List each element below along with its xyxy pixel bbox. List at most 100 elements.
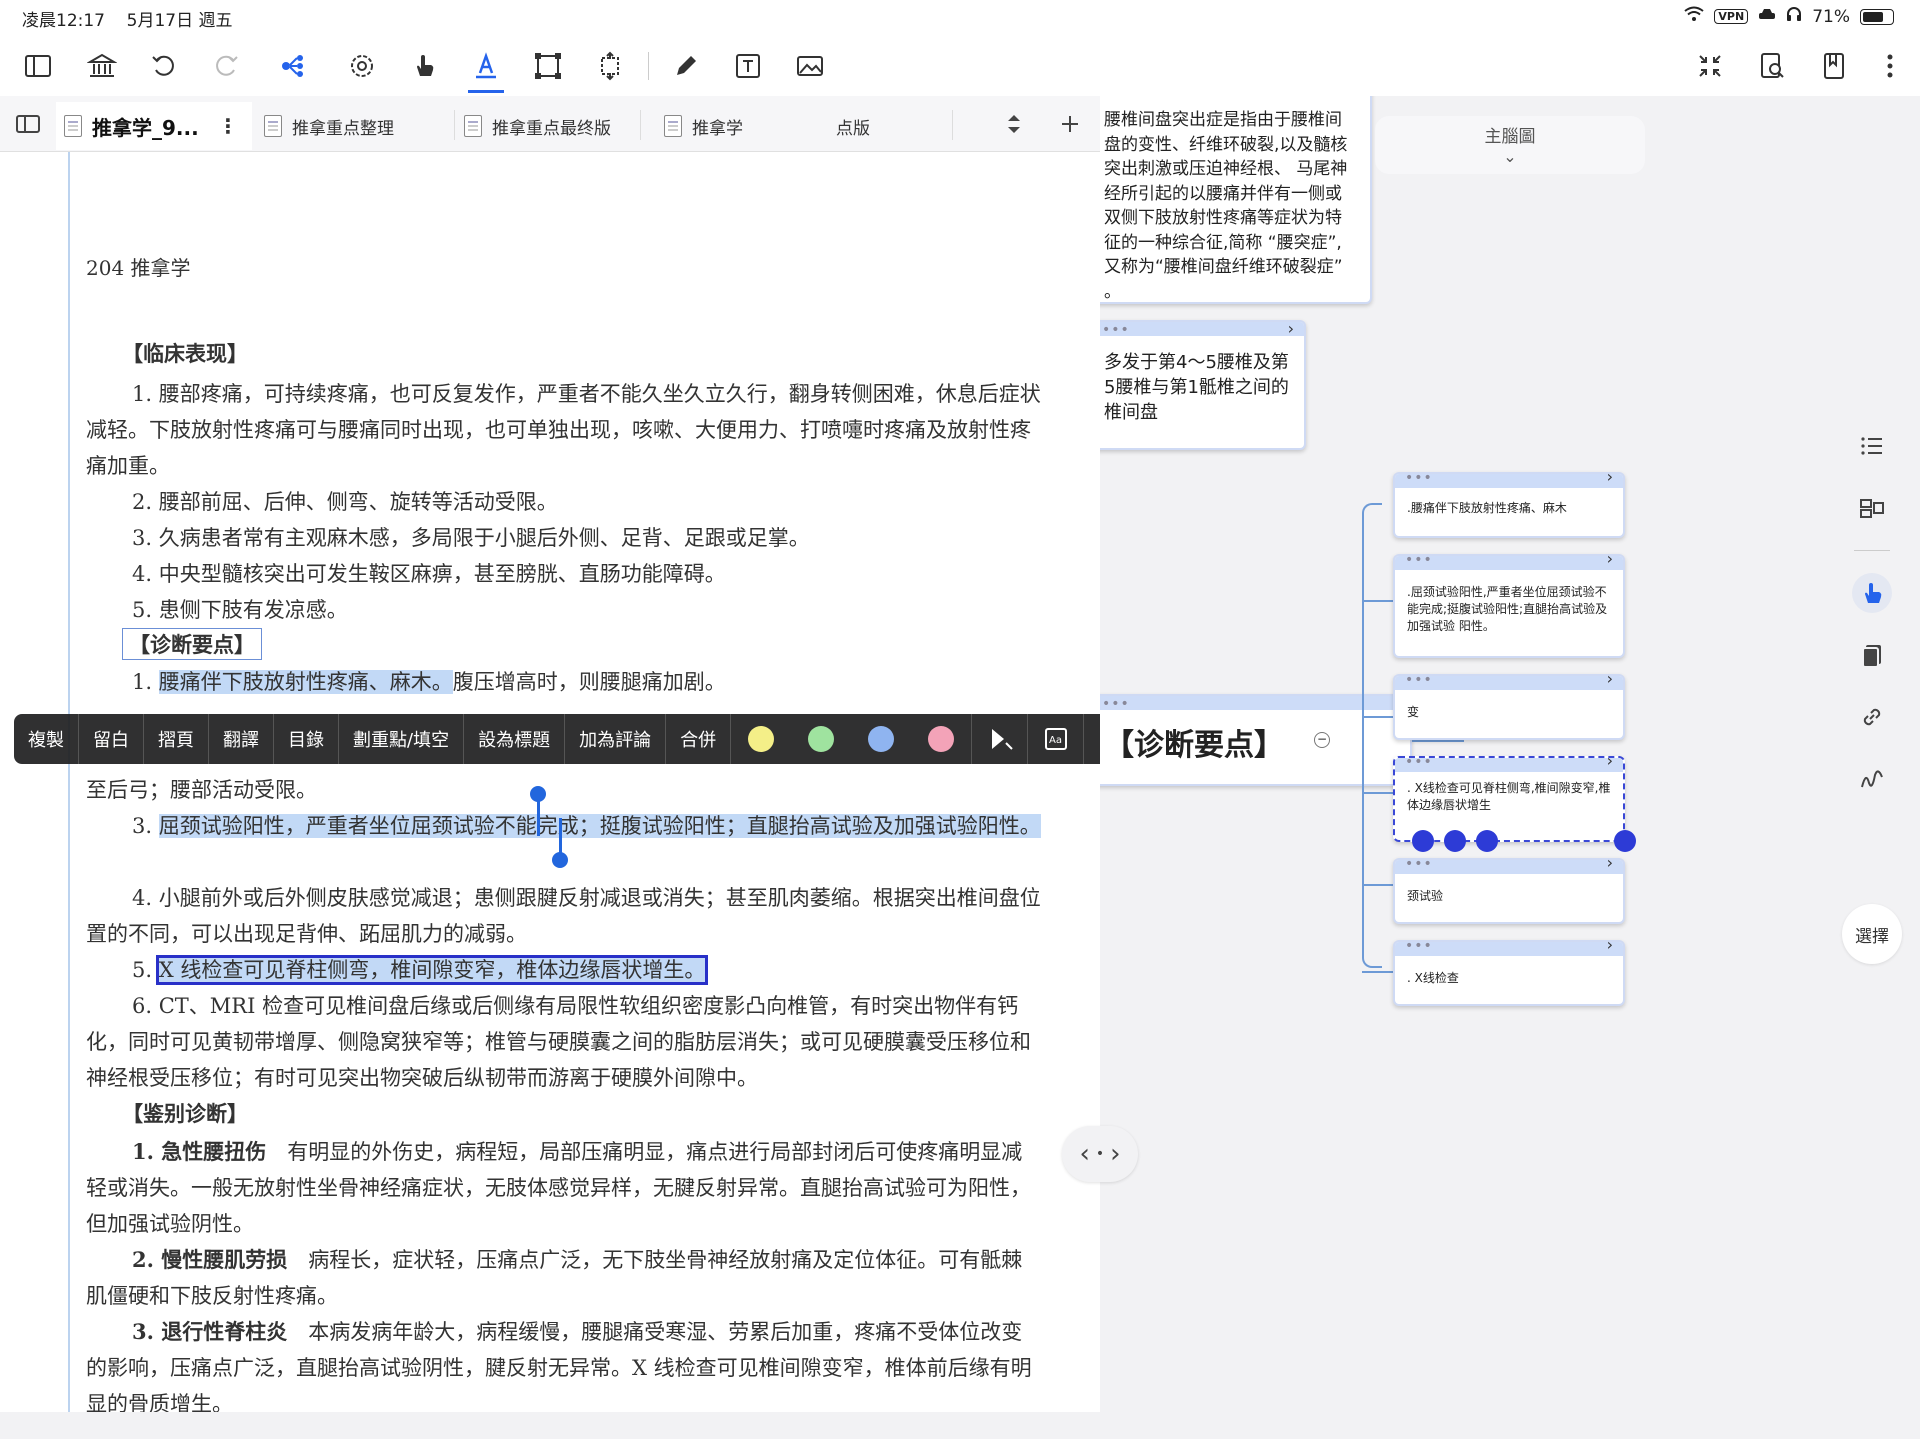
mindmap-child-node[interactable]: ••• › . X线检查 (1393, 936, 1625, 1006)
chevron-right-icon: › (1287, 319, 1294, 338)
comment-icon[interactable] (1412, 830, 1434, 852)
sidebar-toggle-icon[interactable] (20, 48, 56, 84)
mindmap-child-node[interactable]: ••• › .屈颈试验阳性,严重者坐位屈颈试验不能完成;挺腹试验阳性;直腿抬高试验… (1393, 550, 1625, 658)
undo-icon[interactable] (146, 48, 182, 84)
status-bar: 凌晨12:17 5月17日 週五 VPN 71% (0, 0, 1920, 34)
mindmap-node[interactable]: 腰椎间盘突出症是指由于腰椎间盘的变性、纤维环破裂,以及髓核突出刺激或压迫神经根、… (1100, 96, 1372, 304)
color-green[interactable] (808, 726, 835, 752)
tab-4[interactable]: 推拿学 (656, 102, 826, 150)
tab-label: 推拿重点最终版 (492, 118, 611, 139)
paragraph[interactable]: 6. CT、MRI 检查可见椎间盘后缘或后侧缘有局限性软组织密度影凸向椎管，有时… (86, 988, 1042, 1096)
dictionary-icon[interactable]: Aa (1027, 714, 1083, 764)
menu-copy[interactable]: 複製 (14, 714, 79, 764)
more-dots-icon: ••• (1102, 322, 1130, 338)
image-icon[interactable] (792, 48, 828, 84)
bookmark-icon[interactable] (1816, 48, 1852, 84)
add-tab-icon[interactable] (1052, 106, 1088, 142)
pen-icon[interactable] (668, 48, 704, 84)
mindmap-node[interactable]: ••• › 多发于第4～5腰椎及第5腰椎与第1骶椎之间的椎间盘 (1100, 319, 1306, 450)
menu-margin[interactable]: 留白 (79, 714, 144, 764)
paragraph[interactable]: 至后弓；腰部活动受限。 (86, 772, 1042, 808)
link-node-icon[interactable] (1444, 830, 1466, 852)
link-icon[interactable] (1852, 697, 1892, 737)
tab-2[interactable]: 推拿重点整理 (256, 102, 452, 150)
menu-fold-page[interactable]: 摺頁 (144, 714, 209, 764)
svg-text:Aa: Aa (1049, 735, 1062, 746)
more-vertical-icon[interactable] (1872, 48, 1908, 84)
sort-arrows-icon[interactable] (996, 106, 1032, 142)
paragraph[interactable]: 4. 中央型髓核突出可发生鞍区麻痹，甚至膀胱、直肠功能障碍。 (86, 556, 1042, 592)
panel-toggle-icon[interactable] (10, 106, 46, 142)
tab-3[interactable]: 推拿重点最终版 (456, 102, 652, 150)
panel-divider-handle[interactable]: ‹ • › (1062, 1126, 1138, 1182)
color-blue[interactable] (868, 726, 895, 752)
paragraph[interactable]: 3. 退行性脊柱炎 本病发病年龄大，病程缓慢，腰腿痛受寒湿、劳累后加重，疼痛不受… (86, 1314, 1042, 1412)
highlight[interactable]: 腰痛伴下肢放射性疼痛、麻木。 (158, 670, 453, 694)
mindmap-child-node[interactable]: ••• › 颈试验 (1393, 854, 1625, 924)
mindmap-icon[interactable] (274, 48, 310, 84)
text-box-icon[interactable] (730, 48, 766, 84)
rectangle-select-icon[interactable] (530, 48, 566, 84)
collapse-node-icon[interactable]: − (1314, 732, 1330, 748)
highlight[interactable]: 屈颈试验阳性，严重者坐位屈颈试验不能完成；挺腹试验阳性；直腿抬高试验及加强试验阳… (158, 814, 1041, 838)
paragraph[interactable]: 2. 腰部前屈、后伸、侧弯、旋转等活动受限。 (86, 484, 1042, 520)
select-button[interactable]: 選擇 (1842, 904, 1902, 964)
mindmap-child-node[interactable]: ••• › 变 (1393, 670, 1625, 740)
mindmap-panel: 主腦圖 ⌄ 腰椎间盘突出症是指由于腰椎间盘的变性、纤维环破裂,以及髓核突出刺激或… (1100, 96, 1920, 1439)
tab-label: 推拿学 (692, 118, 743, 139)
tab-5[interactable]: 点版 (828, 102, 948, 150)
collapse-icon[interactable] (1692, 48, 1728, 84)
read-aloud-icon[interactable] (971, 714, 1027, 764)
main-mindmap-selector[interactable]: 主腦圖 ⌄ (1375, 116, 1645, 174)
library-icon[interactable] (84, 48, 120, 84)
resize-handle-icon[interactable] (1614, 830, 1636, 852)
paragraph[interactable]: 2. 慢性腰肌劳损 病程长，症状轻，压痛点广泛，无下肢坐骨神经放射痛及定位体征。… (86, 1242, 1042, 1314)
layout-icon[interactable] (1852, 488, 1892, 528)
menu-set-title[interactable]: 設為標題 (464, 714, 566, 764)
paragraph[interactable]: 3. 屈颈试验阳性，严重者坐位屈颈试验不能完成；挺腹试验阳性；直腿抬高试验及加强… (86, 808, 1042, 844)
wifi-icon (1684, 6, 1705, 27)
copy-pages-icon[interactable] (1852, 635, 1892, 675)
menu-highlight-cloze[interactable]: 劃重點/填空 (339, 714, 465, 764)
battery-icon (1860, 8, 1894, 25)
paragraph[interactable]: 4. 小腿前外或后外侧皮肤感觉减退；患侧跟腱反射减退或消失；甚至肌肉萎缩。根据突… (86, 880, 1042, 952)
paragraph[interactable]: 1. 急性腰扭伤 有明显的外伤史，病程短，局部压痛明显，痛点进行局部封闭后可使疼… (86, 1134, 1042, 1242)
pdf-page: 204 推拿学 【临床表现】 1. 腰部疼痛，可持续疼痛，也可反复发作，严重者不… (0, 152, 1100, 1412)
chevron-right-icon: › (1110, 1139, 1121, 1169)
crop-expand-icon[interactable] (592, 48, 628, 84)
document-icon (664, 115, 682, 137)
menu-toc[interactable]: 目錄 (274, 714, 339, 764)
node-action-bar (1412, 830, 1508, 852)
page-header: 204 推拿学 (86, 256, 191, 280)
outline-list-icon[interactable] (1852, 426, 1892, 466)
text-highlight-icon[interactable] (468, 48, 504, 84)
hand-pointer-icon[interactable] (406, 48, 442, 84)
paragraph[interactable]: 1. 腰部疼痛，可持续疼痛，也可反复发作，严重者不能久坐久立久行，翻身转侧困难，… (86, 376, 1042, 484)
menu-add-comment[interactable]: 加為評論 (565, 714, 667, 764)
selection-end-handle[interactable] (552, 852, 568, 868)
database-icon[interactable] (1476, 830, 1498, 852)
color-pink[interactable] (928, 726, 955, 752)
paragraph[interactable]: 5. 患侧下肢有发凉感。 (86, 592, 1042, 628)
mindmap-child-node[interactable]: ••• › .腰痛伴下肢放射性疼痛、麻木 (1393, 468, 1625, 538)
paragraph[interactable]: 5. X 线检查可见脊柱侧弯，椎间隙变窄，椎体边缘唇状增生。 (86, 952, 1042, 988)
menu-translate[interactable]: 翻譯 (209, 714, 274, 764)
menu-merge[interactable]: 合併 (666, 714, 732, 764)
paragraph[interactable]: 3. 久病患者常有主观麻木感，多局限于小腿后外侧、足背、足跟或足掌。 (86, 520, 1042, 556)
status-date: 5月17日 週五 (126, 11, 233, 31)
chevron-down-icon: ⌄ (1503, 147, 1517, 166)
paragraph[interactable]: 1. 腰痛伴下肢放射性疼痛、麻木。腹压增高时，则腰腿痛加剧。 (86, 664, 1042, 700)
hand-pointer-icon[interactable] (1852, 573, 1892, 613)
document-search-icon[interactable] (1754, 48, 1790, 84)
tab-more-icon[interactable]: ⋮ (218, 114, 238, 138)
freehand-icon[interactable] (1852, 759, 1892, 799)
redo-icon[interactable] (208, 48, 244, 84)
main-toolbar (0, 34, 1920, 96)
status-time: 凌晨12:17 (22, 11, 105, 31)
color-yellow[interactable] (748, 726, 775, 752)
mindmap-side-rail (1844, 426, 1900, 799)
settings-gear-icon[interactable] (344, 48, 380, 84)
selected-highlight[interactable]: X 线检查可见脊柱侧弯，椎间隙变窄，椎体边缘唇状增生。 (155, 955, 709, 985)
car-icon (1758, 7, 1776, 27)
tab-1[interactable]: 推拿学_9... ⋮ (56, 102, 252, 150)
